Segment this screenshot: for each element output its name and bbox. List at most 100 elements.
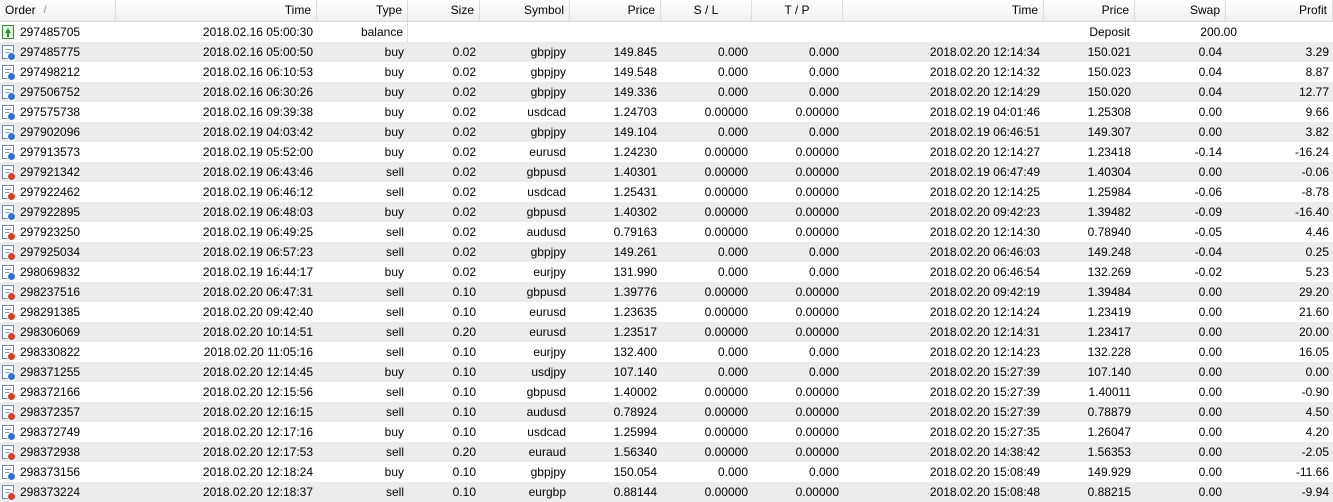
- column-header-symbol[interactable]: Symbol: [480, 0, 570, 21]
- take-profit-cell: 0.00000: [795, 405, 839, 419]
- deposit-comment-cell: Deposit: [1089, 25, 1130, 39]
- size-cell: 0.02: [452, 165, 476, 179]
- close-time-cell: 2018.02.20 15:27:39: [929, 405, 1040, 419]
- order-cell: 298371255: [0, 362, 116, 382]
- open-time-cell: 2018.02.19 16:44:17: [202, 265, 313, 279]
- ticket-status-dot-icon: [7, 492, 16, 501]
- table-row[interactable]: 297925034 2018.02.19 06:57:23 sell 0.02 gbpj…: [0, 242, 1333, 262]
- order-number: 297923250: [20, 225, 81, 239]
- table-row[interactable]: 297923250 2018.02.19 06:49:25 sell 0.02 audu…: [0, 222, 1333, 242]
- column-header-open-price[interactable]: Price: [570, 0, 661, 21]
- column-header-order[interactable]: Order /: [0, 0, 116, 21]
- swap-cell: 0.00: [1198, 305, 1222, 319]
- size-cell: 0.02: [452, 185, 476, 199]
- profit-cell: 0.25: [1305, 245, 1329, 259]
- take-profit-cell: 0.000: [808, 365, 839, 379]
- table-row[interactable]: 298371255 2018.02.20 12:14:45 buy 0.10 usdjp…: [0, 362, 1333, 382]
- column-header-close-time[interactable]: Time: [843, 0, 1044, 21]
- ticket-status-dot-icon: [7, 312, 16, 321]
- open-price-cell: 0.78924: [613, 405, 657, 419]
- swap-cell: 0.00: [1198, 125, 1222, 139]
- table-row[interactable]: 298372938 2018.02.20 12:17:53 sell 0.20 eura…: [0, 442, 1333, 462]
- order-number: 297506752: [20, 85, 81, 99]
- ticket-status-dot-icon: [7, 412, 16, 421]
- table-row[interactable]: 297498212 2018.02.16 06:10:53 buy 0.02 gbpjp…: [0, 62, 1333, 82]
- order-cell: 298330822: [0, 342, 116, 362]
- column-header-take-profit[interactable]: T / P: [752, 0, 843, 21]
- table-row[interactable]: 298372166 2018.02.20 12:15:56 sell 0.10 gbpu…: [0, 382, 1333, 402]
- stop-loss-cell: 0.000: [717, 345, 748, 359]
- type-cell: sell: [385, 385, 404, 399]
- ticket-status-dot-icon: [7, 372, 16, 381]
- column-header-size[interactable]: Size: [408, 0, 480, 21]
- balance-row[interactable]: 297485705 2018.02.16 05:00:30 balance De…: [0, 22, 1333, 42]
- sell-ticket-icon: [2, 305, 16, 321]
- take-profit-cell: 0.000: [808, 345, 839, 359]
- table-row[interactable]: 298372749 2018.02.20 12:17:16 buy 0.10 usdca…: [0, 422, 1333, 442]
- size-cell: 0.10: [452, 385, 476, 399]
- table-row[interactable]: 297575738 2018.02.16 09:39:38 buy 0.02 usdca…: [0, 102, 1333, 122]
- table-row[interactable]: 298291385 2018.02.20 09:42:40 sell 0.10 euru…: [0, 302, 1333, 322]
- close-price-cell: 1.25984: [1087, 185, 1131, 199]
- column-header-swap[interactable]: Swap: [1135, 0, 1226, 21]
- take-profit-cell: 0.00000: [795, 185, 839, 199]
- type-cell: sell: [385, 225, 404, 239]
- size-cell: 0.02: [452, 45, 476, 59]
- close-price-cell: 1.56353: [1087, 445, 1131, 459]
- open-price-cell: 1.40301: [613, 165, 657, 179]
- take-profit-cell: 0.00000: [795, 205, 839, 219]
- stop-loss-cell: 0.00000: [704, 385, 748, 399]
- stop-loss-cell: 0.00000: [704, 285, 748, 299]
- order-cell: 297485775: [0, 42, 116, 62]
- table-row[interactable]: 298069832 2018.02.19 16:44:17 buy 0.02 eurjp…: [0, 262, 1333, 282]
- order-cell: 297925034: [0, 242, 116, 262]
- column-header-close-price[interactable]: Price: [1044, 0, 1135, 21]
- close-price-cell: 149.929: [1087, 465, 1131, 479]
- table-row[interactable]: 298373156 2018.02.20 12:18:24 buy 0.10 gbpjp…: [0, 462, 1333, 482]
- symbol-cell: gbpjpy: [530, 245, 566, 259]
- type-cell: sell: [385, 485, 404, 499]
- close-time-cell: 2018.02.20 15:27:39: [929, 385, 1040, 399]
- open-time-cell: 2018.02.20 09:42:40: [202, 305, 313, 319]
- order-cell: 297902096: [0, 122, 116, 142]
- ticket-status-dot-icon: [7, 72, 16, 81]
- table-row[interactable]: 298373224 2018.02.20 12:18:37 sell 0.10 eurg…: [0, 482, 1333, 502]
- order-cell: 297921342: [0, 162, 116, 182]
- sort-indicator-icon: /: [43, 5, 47, 16]
- table-row[interactable]: 297902096 2018.02.19 04:03:42 buy 0.02 gbpjp…: [0, 122, 1333, 142]
- table-row[interactable]: 297921342 2018.02.19 06:43:46 sell 0.02 gbpu…: [0, 162, 1333, 182]
- table-row[interactable]: 297506752 2018.02.16 06:30:26 buy 0.02 gbpjp…: [0, 82, 1333, 102]
- order-number: 297913573: [20, 145, 81, 159]
- close-price-cell: 1.40011: [1088, 385, 1132, 399]
- open-price-cell: 0.79163: [613, 225, 657, 239]
- type-cell: sell: [385, 405, 404, 419]
- column-header-open-time[interactable]: Time: [116, 0, 317, 21]
- open-price-cell: 131.990: [613, 265, 657, 279]
- column-header-type[interactable]: Type: [317, 0, 408, 21]
- table-row[interactable]: 298330822 2018.02.20 11:05:16 sell 0.10 eurj…: [0, 342, 1333, 362]
- swap-cell: 0.00: [1198, 365, 1222, 379]
- close-time-cell: 2018.02.20 12:14:34: [929, 45, 1040, 59]
- table-row[interactable]: 298372357 2018.02.20 12:16:15 sell 0.10 audu…: [0, 402, 1333, 422]
- table-row[interactable]: 297922895 2018.02.19 06:48:03 buy 0.02 gbpus…: [0, 202, 1333, 222]
- table-row[interactable]: 297922462 2018.02.19 06:46:12 sell 0.02 usdc…: [0, 182, 1333, 202]
- column-header-stop-loss[interactable]: S / L: [661, 0, 752, 21]
- order-number: 298291385: [20, 305, 81, 319]
- order-number: 298237516: [20, 285, 81, 299]
- order-number: 297498212: [20, 65, 81, 79]
- open-price-cell: 1.23635: [613, 305, 657, 319]
- table-row[interactable]: 297485775 2018.02.16 05:00:50 buy 0.02 gbpjp…: [0, 42, 1333, 62]
- size-cell: 0.02: [452, 225, 476, 239]
- table-row[interactable]: 298237516 2018.02.20 06:47:31 sell 0.10 gbpu…: [0, 282, 1333, 302]
- sell-ticket-icon: [2, 405, 16, 421]
- table-row[interactable]: 297913573 2018.02.19 05:52:00 buy 0.02 eurus…: [0, 142, 1333, 162]
- column-header-profit[interactable]: Profit: [1226, 0, 1333, 21]
- profit-cell: 20.00: [1298, 325, 1329, 339]
- table-row[interactable]: 298306069 2018.02.20 10:14:51 sell 0.20 euru…: [0, 322, 1333, 342]
- buy-ticket-icon: [2, 365, 16, 381]
- close-price-cell: 0.78940: [1087, 225, 1131, 239]
- open-time-cell: 2018.02.19 05:52:00: [202, 145, 313, 159]
- order-cell: 297922462: [0, 182, 116, 202]
- stop-loss-cell: 0.00000: [704, 405, 748, 419]
- take-profit-cell: 0.00000: [795, 145, 839, 159]
